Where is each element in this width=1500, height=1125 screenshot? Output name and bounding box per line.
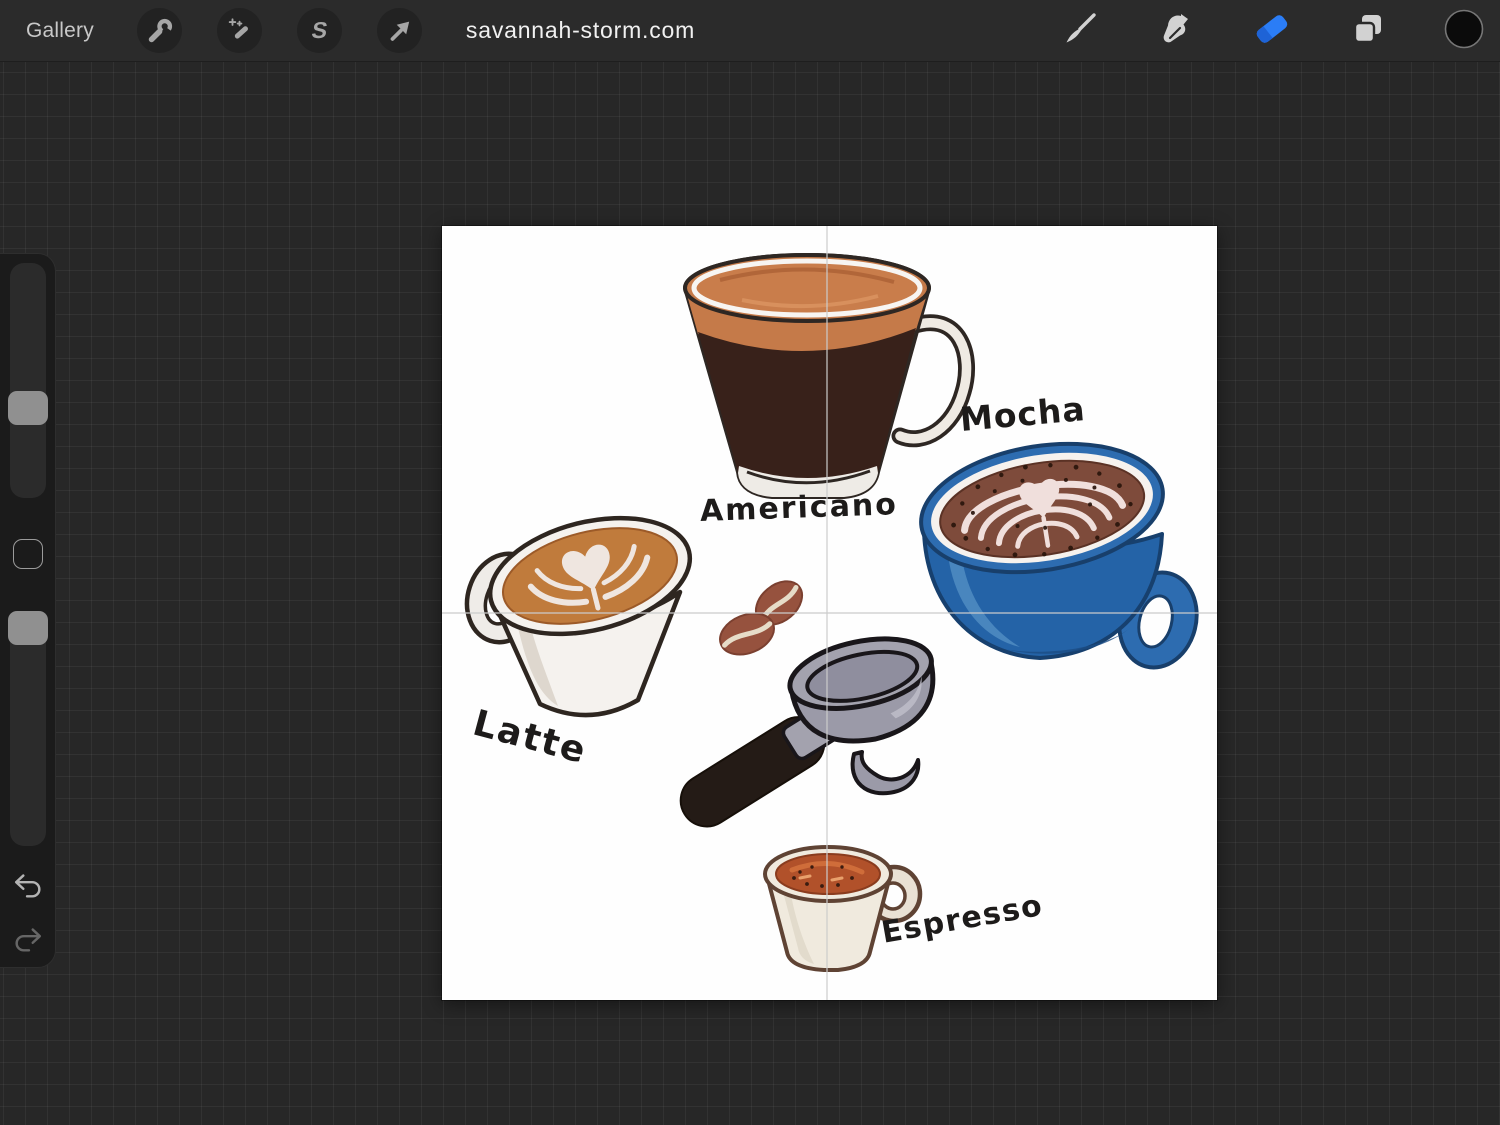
paint-tool-button[interactable]: [1056, 7, 1104, 55]
modify-button[interactable]: [13, 539, 43, 569]
undo-button[interactable]: [8, 866, 48, 906]
toolbar-right-group: [1032, 7, 1500, 55]
undo-icon: [11, 868, 45, 905]
transform-arrow-icon: [385, 16, 415, 46]
color-swatch-button[interactable]: [1440, 7, 1488, 55]
sidebar: [0, 253, 56, 968]
brush-size-slider[interactable]: [10, 263, 46, 498]
americano-label: Americano: [699, 487, 898, 529]
selection-button[interactable]: S: [297, 8, 342, 53]
layers-button[interactable]: [1344, 7, 1392, 55]
canvas[interactable]: Americano Mocha Latte Espresso: [442, 226, 1217, 1000]
brush-size-handle[interactable]: [8, 391, 48, 425]
opacity-handle[interactable]: [8, 611, 48, 645]
adjustments-button[interactable]: [217, 8, 262, 53]
redo-button[interactable]: [8, 920, 48, 960]
espresso-drawing: [765, 847, 920, 970]
coffee-beans-drawing: [714, 572, 811, 662]
toolbar: Gallery: [0, 0, 1500, 62]
wrench-icon: [145, 16, 175, 46]
magic-wand-icon: [225, 16, 255, 46]
actions-button[interactable]: [137, 8, 182, 53]
americano-drawing: [685, 255, 967, 497]
layers-icon: [1348, 9, 1388, 52]
selected-color-circle: [1443, 8, 1485, 53]
smudge-tool-button[interactable]: [1152, 7, 1200, 55]
brush-icon: [1060, 9, 1100, 52]
mocha-drawing: [912, 428, 1207, 676]
portafilter-drawing: [671, 627, 945, 836]
selection-s-icon: S: [310, 19, 329, 42]
document-title: savannah-storm.com: [466, 17, 695, 44]
smudge-finger-icon: [1156, 9, 1196, 52]
eraser-icon: [1251, 8, 1293, 53]
latte-drawing: [456, 499, 702, 715]
transform-button[interactable]: [377, 8, 422, 53]
erase-tool-button[interactable]: [1248, 7, 1296, 55]
opacity-slider[interactable]: [10, 611, 46, 846]
redo-icon: [11, 922, 45, 959]
coffee-illustration: [442, 226, 1217, 1000]
toolbar-left-group: Gallery: [0, 0, 695, 62]
gallery-button[interactable]: Gallery: [0, 0, 120, 62]
